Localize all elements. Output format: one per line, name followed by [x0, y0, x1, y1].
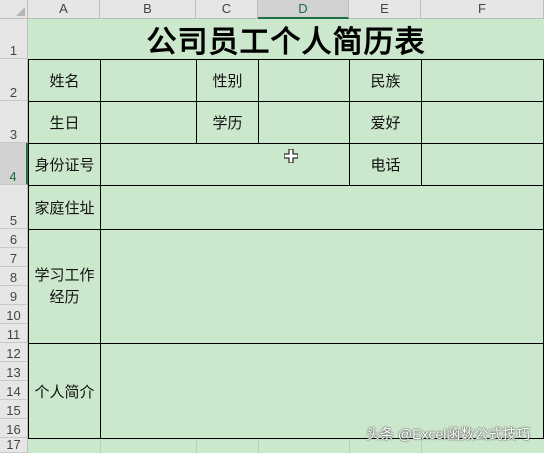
value-birthday-cell[interactable]	[100, 101, 197, 144]
label-phone[interactable]: 电话	[349, 143, 422, 186]
value-name-cell[interactable]	[100, 59, 197, 102]
row-header-2[interactable]: 2	[0, 59, 28, 101]
row-header-11[interactable]: 11	[0, 324, 28, 343]
row-header-17[interactable]: 17	[0, 438, 28, 453]
value-phone-cell[interactable]	[421, 143, 544, 186]
label-birthday[interactable]: 生日	[28, 101, 101, 144]
row-header-10[interactable]: 10	[0, 305, 28, 324]
value-gender-cell[interactable]	[258, 59, 350, 102]
gridline	[196, 438, 197, 453]
value-study-work-cell[interactable]	[100, 229, 544, 344]
label-education[interactable]: 学历	[196, 101, 259, 144]
row-header-4[interactable]: 4	[0, 143, 28, 185]
label-name[interactable]: 姓名	[28, 59, 101, 102]
row-header-14[interactable]: 14	[0, 381, 28, 400]
row-header-13[interactable]: 13	[0, 362, 28, 381]
value-id-number-cell[interactable]	[100, 143, 350, 186]
select-all-corner[interactable]	[0, 0, 28, 19]
label-address[interactable]: 家庭住址	[28, 185, 101, 230]
row-header-5[interactable]: 5	[0, 185, 28, 229]
column-header-f[interactable]: F	[421, 0, 544, 19]
label-id-number[interactable]: 身份证号	[28, 143, 101, 186]
row-header-7[interactable]: 7	[0, 248, 28, 267]
label-personal-intro[interactable]: 个人简介	[28, 343, 101, 439]
gridline	[100, 438, 101, 453]
label-ethnicity[interactable]: 民族	[349, 59, 422, 102]
value-education-cell[interactable]	[258, 101, 350, 144]
row-header-8[interactable]: 8	[0, 267, 28, 286]
gridline	[258, 438, 259, 453]
value-hobby-cell[interactable]	[421, 101, 544, 144]
row-header-16[interactable]: 16	[0, 419, 28, 438]
row-header-6[interactable]: 6	[0, 229, 28, 248]
row-header-3[interactable]: 3	[0, 101, 28, 143]
row-header-9[interactable]: 9	[0, 286, 28, 305]
value-address-cell[interactable]	[100, 185, 544, 230]
label-study-work-history[interactable]: 学习工作经历	[28, 229, 101, 344]
form-title[interactable]: 公司员工个人简历表	[28, 19, 544, 60]
row-header-12[interactable]: 12	[0, 343, 28, 362]
row-header-15[interactable]: 15	[0, 400, 28, 419]
mouse-cursor-icon	[283, 148, 299, 168]
label-gender[interactable]: 性别	[196, 59, 259, 102]
watermark-text: 头条 @Excel函数公式技巧	[366, 426, 531, 442]
column-header-a[interactable]: A	[28, 0, 100, 19]
label-hobby[interactable]: 爱好	[349, 101, 422, 144]
gridline	[349, 438, 350, 453]
row-header-1[interactable]: 1	[0, 19, 28, 59]
value-ethnicity-cell[interactable]	[421, 59, 544, 102]
